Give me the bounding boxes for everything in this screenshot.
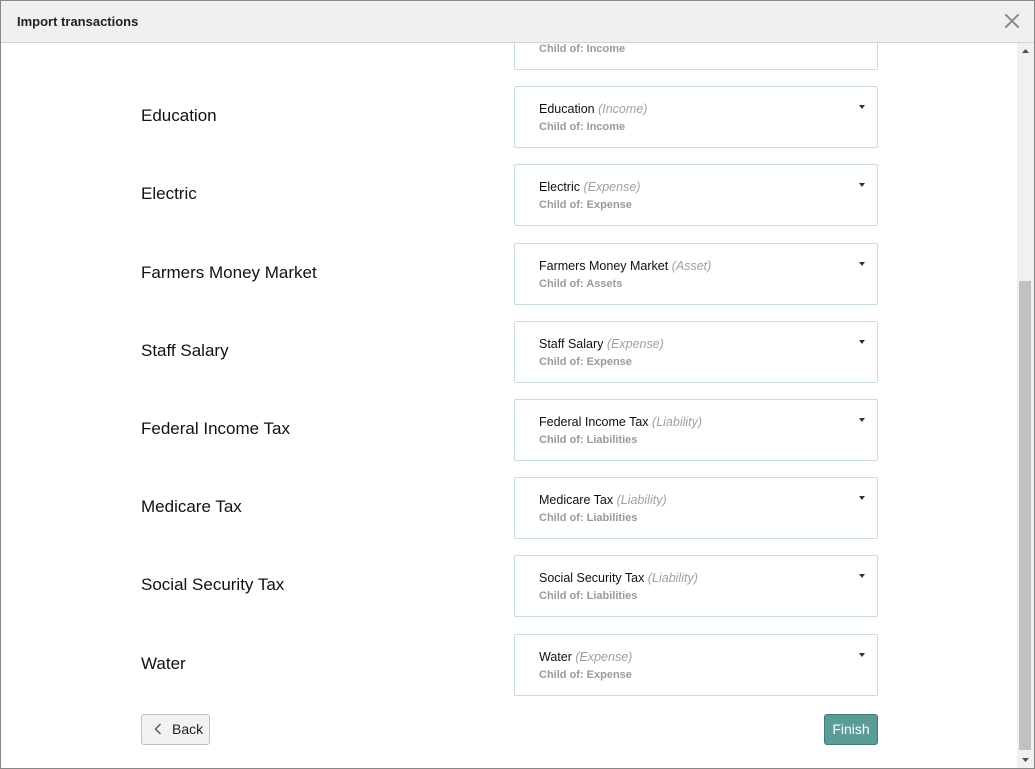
- mapping-row: Education Education (Income) Child of: Inc…: [1, 86, 1017, 148]
- back-button[interactable]: Back: [141, 714, 210, 745]
- mapping-row: Mission Fund Child of: Income: [1, 43, 1017, 70]
- account-parent: Child of: Liabilities: [539, 434, 638, 446]
- account-type: (Expense): [583, 180, 641, 194]
- account-select[interactable]: Electric (Expense) Child of: Expense: [514, 164, 878, 226]
- mapping-row: Farmers Money Market Farmers Money Market…: [1, 243, 1017, 305]
- scroll-thumb[interactable]: [1019, 281, 1031, 750]
- caret-down-icon: [859, 262, 865, 266]
- account-parent: Child of: Liabilities: [539, 512, 638, 524]
- selected-account: Water (Expense): [539, 650, 632, 664]
- account-name: Electric: [539, 180, 580, 194]
- account-type: (Asset): [671, 259, 712, 273]
- chevron-left-icon: [154, 723, 161, 735]
- mapping-source-label: Social Security Tax: [141, 575, 285, 594]
- mapping-source-label: Federal Income Tax: [141, 419, 290, 438]
- dialog-header: Import transactions: [1, 1, 1034, 43]
- mapping-row: Electric Electric (Expense) Child of: Expe…: [1, 164, 1017, 226]
- account-parent: Child of: Expense: [539, 356, 632, 368]
- account-name: Social Security Tax: [539, 571, 645, 585]
- account-type: (Liability): [652, 415, 703, 429]
- account-type: (Expense): [575, 650, 633, 664]
- mapping-row: Federal Income Tax Federal Income Tax (Li…: [1, 399, 1017, 461]
- caret-down-icon: [859, 418, 865, 422]
- account-parent: Child of: Income: [539, 121, 626, 133]
- selected-account: Farmers Money Market (Asset): [539, 259, 711, 273]
- scroll-up-arrow-icon[interactable]: [1017, 43, 1034, 60]
- account-name: Water: [539, 650, 572, 664]
- account-parent: Child of: Expense: [539, 669, 632, 681]
- scroll-down-arrow-icon[interactable]: [1017, 751, 1034, 768]
- account-parent: Child of: Assets: [539, 278, 623, 290]
- caret-down-icon: [859, 653, 865, 657]
- caret-down-icon: [859, 340, 865, 344]
- account-select[interactable]: Federal Income Tax (Liability) Child of: …: [514, 399, 878, 461]
- caret-down-icon: [859, 183, 865, 187]
- account-select[interactable]: Staff Salary (Expense) Child of: Expense: [514, 321, 878, 383]
- account-select[interactable]: Child of: Income: [514, 43, 878, 70]
- account-name: Farmers Money Market: [539, 259, 669, 273]
- mapping-source-label: Farmers Money Market: [141, 263, 317, 282]
- account-name: Education: [539, 102, 595, 116]
- caret-down-icon: [859, 496, 865, 500]
- selected-account: Electric (Expense): [539, 180, 640, 194]
- selected-account: Staff Salary (Expense): [539, 337, 664, 351]
- selected-account: Social Security Tax (Liability): [539, 571, 698, 585]
- mapping-source-label: Medicare Tax: [141, 497, 242, 516]
- mapping-row: Water Water (Expense) Child of: Expense: [1, 634, 1017, 696]
- account-type: (Expense): [606, 337, 664, 351]
- account-parent: Child of: Income: [539, 43, 626, 55]
- account-select[interactable]: Social Security Tax (Liability) Child of:…: [514, 555, 878, 617]
- import-transactions-dialog: Import transactions Mission Fund Child o…: [0, 0, 1035, 769]
- close-icon: [1005, 14, 1019, 28]
- account-select[interactable]: Medicare Tax (Liability) Child of: Liabil…: [514, 477, 878, 539]
- mapping-row: Medicare Tax Medicare Tax (Liability) Chil…: [1, 477, 1017, 539]
- mapping-row: Social Security Tax Social Security Tax (…: [1, 555, 1017, 617]
- account-name: Staff Salary: [539, 337, 604, 351]
- selected-account: Federal Income Tax (Liability): [539, 415, 702, 429]
- account-parent: Child of: Expense: [539, 199, 632, 211]
- account-select[interactable]: Water (Expense) Child of: Expense: [514, 634, 878, 696]
- mapping-source-label: Education: [141, 106, 217, 125]
- mapping-source-label: Electric: [141, 184, 197, 203]
- account-name: Medicare Tax: [539, 493, 614, 507]
- mapping-source-label: Mission Fund: [141, 43, 242, 48]
- selected-account: Medicare Tax (Liability): [539, 493, 667, 507]
- account-type: (Liability): [616, 493, 667, 507]
- account-type: (Income): [598, 102, 648, 116]
- dialog-title: Import transactions: [17, 14, 139, 29]
- account-parent: Child of: Liabilities: [539, 590, 638, 602]
- account-type: (Liability): [647, 571, 698, 585]
- mapping-row: Staff Salary Staff Salary (Expense) Child …: [1, 321, 1017, 383]
- caret-down-icon: [859, 574, 865, 578]
- selected-account: Education (Income): [539, 102, 647, 116]
- back-button-label: Back: [172, 721, 204, 737]
- account-select[interactable]: Farmers Money Market (Asset) Child of: As…: [514, 243, 878, 305]
- close-button[interactable]: [1002, 11, 1022, 31]
- account-name: Federal Income Tax: [539, 415, 649, 429]
- mapping-source-label: Staff Salary: [141, 341, 229, 360]
- account-select[interactable]: Education (Income) Child of: Income: [514, 86, 878, 148]
- dialog-body: Mission Fund Child of: IncomeEducationEd…: [1, 43, 1017, 768]
- finish-button[interactable]: Finish: [824, 714, 878, 745]
- caret-down-icon: [859, 105, 865, 109]
- vertical-scrollbar[interactable]: [1017, 43, 1034, 768]
- mapping-source-label: Water: [141, 654, 186, 673]
